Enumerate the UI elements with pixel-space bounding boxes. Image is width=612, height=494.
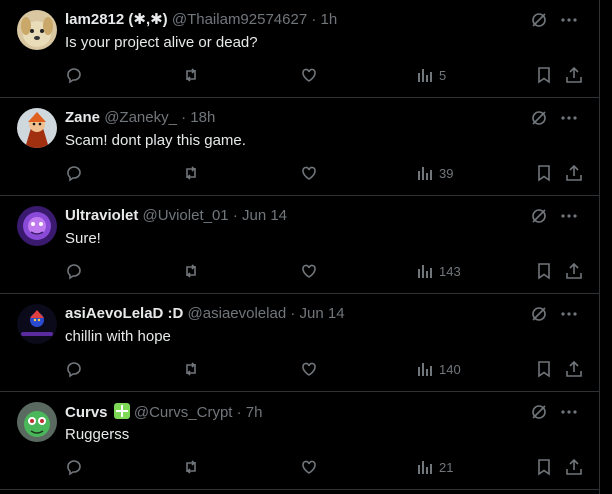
views-icon[interactable]: 143 <box>417 261 461 281</box>
grok-icon[interactable] <box>529 304 549 324</box>
timestamp[interactable]: 1h <box>321 11 338 28</box>
separator: · <box>236 404 242 421</box>
bookmark-icon[interactable] <box>535 65 553 85</box>
separator: · <box>311 11 317 28</box>
tweet[interactable]: Zane @Zaneky_ · 18h Scam! dont play this… <box>0 98 599 196</box>
more-icon[interactable] <box>559 304 579 324</box>
separator: · <box>290 305 296 322</box>
more-icon[interactable] <box>559 402 579 422</box>
avatar[interactable] <box>17 10 57 50</box>
more-icon[interactable] <box>559 108 579 128</box>
views-count: 140 <box>439 361 461 377</box>
verified-badge-icon <box>113 403 130 419</box>
reply-icon[interactable] <box>65 65 83 85</box>
grok-icon[interactable] <box>529 10 549 30</box>
timestamp[interactable]: Jun 14 <box>300 305 345 322</box>
retweet-icon[interactable] <box>182 65 200 85</box>
timestamp[interactable]: 18h <box>190 109 215 126</box>
share-icon[interactable] <box>565 65 583 85</box>
reply-icon[interactable] <box>65 261 83 281</box>
tweet[interactable]: Ultraviolet @Uviolet_01 · Jun 14 Sure! 1… <box>0 196 599 294</box>
reply-icon[interactable] <box>65 359 83 379</box>
bookmark-icon[interactable] <box>535 163 553 183</box>
tweet-header: Zane @Zaneky_ · 18h <box>65 109 215 127</box>
tweet-text: Scam! dont play this game. <box>65 132 246 149</box>
reply-feed: lam2812 (✱,✱) @Thailam92574627 · 1h Is y… <box>0 0 599 494</box>
retweet-icon[interactable] <box>182 261 200 281</box>
bookmark-icon[interactable] <box>535 457 553 477</box>
tweet-text: Sure! <box>65 230 101 247</box>
tweet-actions: 39 <box>65 163 582 183</box>
tweet-header: Ultraviolet @Uviolet_01 · Jun 14 <box>65 207 287 225</box>
like-icon[interactable] <box>300 261 318 281</box>
views-icon[interactable]: 5 <box>417 65 446 85</box>
display-name[interactable]: lam2812 (✱,✱) <box>65 11 168 28</box>
bookmark-icon[interactable] <box>535 359 553 379</box>
timestamp[interactable]: 7h <box>246 404 263 421</box>
tweet-actions: 143 <box>65 261 582 281</box>
tweet[interactable]: asiAevoLelaD :D @asiaevolelad · Jun 14 c… <box>0 294 599 392</box>
display-name[interactable]: Ultraviolet <box>65 207 138 224</box>
more-icon[interactable] <box>559 10 579 30</box>
views-count: 39 <box>439 165 454 181</box>
tweet-header: lam2812 (✱,✱) @Thailam92574627 · 1h <box>65 11 337 29</box>
user-handle[interactable]: @asiaevolelad <box>188 305 287 322</box>
like-icon[interactable] <box>300 163 318 183</box>
avatar[interactable] <box>17 206 57 246</box>
separator: · <box>181 109 187 126</box>
like-icon[interactable] <box>300 359 318 379</box>
column-divider <box>599 0 600 494</box>
share-icon[interactable] <box>565 261 583 281</box>
tweet-header: asiAevoLelaD :D @asiaevolelad · Jun 14 <box>65 305 345 323</box>
like-icon[interactable] <box>300 65 318 85</box>
tweet-text: chillin with hope <box>65 328 171 345</box>
views-icon[interactable]: 140 <box>417 359 461 379</box>
avatar[interactable] <box>17 304 57 344</box>
tweet-actions: 21 <box>65 457 582 477</box>
more-icon[interactable] <box>559 206 579 226</box>
views-count: 143 <box>439 263 461 279</box>
timestamp[interactable]: Jun 14 <box>242 207 287 224</box>
views-icon[interactable]: 21 <box>417 457 453 477</box>
bookmark-icon[interactable] <box>535 261 553 281</box>
display-name[interactable]: Zane <box>65 109 100 126</box>
like-icon[interactable] <box>300 457 318 477</box>
display-name[interactable]: asiAevoLelaD :D <box>65 305 183 322</box>
retweet-icon[interactable] <box>182 457 200 477</box>
retweet-icon[interactable] <box>182 163 200 183</box>
share-icon[interactable] <box>565 163 583 183</box>
tweet-text: Is your project alive or dead? <box>65 34 258 51</box>
tweet-actions: 5 <box>65 65 582 85</box>
share-icon[interactable] <box>565 457 583 477</box>
avatar[interactable] <box>17 402 57 442</box>
reply-icon[interactable] <box>65 457 83 477</box>
tweet-actions: 140 <box>65 359 582 379</box>
retweet-icon[interactable] <box>182 359 200 379</box>
tweet-header: Curvs @Curvs_Crypt · 7h <box>65 403 262 422</box>
share-icon[interactable] <box>565 359 583 379</box>
grok-icon[interactable] <box>529 206 549 226</box>
display-name[interactable]: Curvs <box>65 404 108 421</box>
grok-icon[interactable] <box>529 108 549 128</box>
grok-icon[interactable] <box>529 402 549 422</box>
tweet[interactable]: Curvs @Curvs_Crypt · 7h Ruggerss 21 <box>0 392 599 490</box>
avatar[interactable] <box>17 108 57 148</box>
reply-icon[interactable] <box>65 163 83 183</box>
separator: · <box>232 207 238 224</box>
user-handle[interactable]: @Uviolet_01 <box>143 207 229 224</box>
user-handle[interactable]: @Thailam92574627 <box>172 11 307 28</box>
tweet-text: Ruggerss <box>65 426 130 443</box>
user-handle[interactable]: @Zaneky_ <box>104 109 177 126</box>
tweet[interactable]: lam2812 (✱,✱) @Thailam92574627 · 1h Is y… <box>0 0 599 98</box>
views-count: 5 <box>439 67 447 83</box>
views-count: 21 <box>439 459 454 475</box>
user-handle[interactable]: @Curvs_Crypt <box>134 404 233 421</box>
views-icon[interactable]: 39 <box>417 163 453 183</box>
